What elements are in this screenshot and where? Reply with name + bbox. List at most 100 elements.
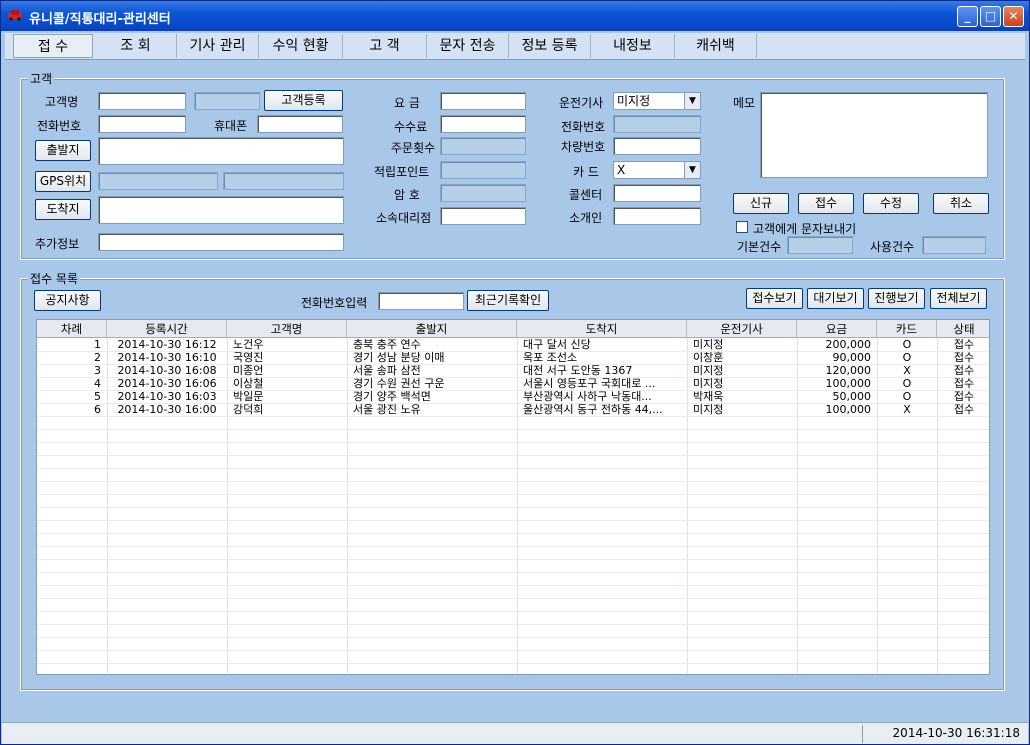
table-row[interactable]: 1 2014-10-30 16:12 노건우 충북 충주 연수 대구 달서 신당 미지정 2… bbox=[37, 338, 989, 351]
col-arrival[interactable]: 도착지 bbox=[517, 320, 687, 338]
grid-row-line bbox=[37, 481, 989, 482]
cell-status: 접수 bbox=[953, 364, 975, 377]
new-button[interactable]: 신규 bbox=[733, 193, 789, 214]
grid-row-line bbox=[37, 468, 989, 469]
tab-my-info[interactable]: 내정보 bbox=[591, 34, 675, 58]
title-bar[interactable]: 유니콜/직통대리-관리센터 _ □ ✕ bbox=[1, 1, 1029, 31]
car-number-input[interactable] bbox=[613, 137, 701, 155]
chevron-down-icon[interactable]: ▼ bbox=[684, 162, 700, 178]
mobile-input[interactable] bbox=[257, 115, 343, 133]
memo-textarea[interactable] bbox=[760, 92, 988, 178]
tab-sms[interactable]: 문자 전송 bbox=[427, 34, 509, 58]
cell-time: 2014-10-30 16:12 bbox=[117, 338, 217, 351]
customer-register-button[interactable]: 고객등록 bbox=[264, 90, 343, 111]
extra-info-input[interactable] bbox=[98, 233, 344, 251]
cell-departure: 경기 양주 백석면 bbox=[353, 390, 431, 403]
col-registered-time[interactable]: 등록시간 bbox=[107, 320, 227, 338]
arrival-button[interactable]: 도착지 bbox=[35, 199, 91, 220]
edit-button[interactable]: 수정 bbox=[863, 193, 919, 214]
view-waiting-button[interactable]: 대기보기 bbox=[807, 288, 864, 309]
grid-row-line bbox=[37, 416, 989, 417]
cell-driver: 이창훈 bbox=[693, 351, 724, 364]
table-row[interactable]: 5 2014-10-30 16:03 박일문 경기 양주 백석면 부산광역시 사하구 낙… bbox=[37, 390, 989, 403]
view-accepted-button[interactable]: 접수보기 bbox=[746, 288, 803, 309]
cell-customer: 박일문 bbox=[233, 390, 264, 403]
points-field bbox=[440, 161, 526, 179]
commission-label: 수수료 bbox=[394, 120, 428, 134]
gps-button[interactable]: GPS위치 bbox=[35, 171, 91, 192]
chevron-down-icon[interactable]: ▼ bbox=[684, 93, 700, 109]
col-driver[interactable]: 운전기사 bbox=[687, 320, 797, 338]
grid-row-line bbox=[37, 650, 989, 651]
table-row[interactable]: 3 2014-10-30 16:08 미종언 서울 송파 삼전 대전 서구 도안동 13… bbox=[37, 364, 989, 377]
customer-group-title: 고객 bbox=[28, 70, 55, 87]
fee-input[interactable] bbox=[440, 92, 526, 110]
cell-arrival: 대전 서구 도안동 1367 bbox=[523, 364, 633, 377]
cell-customer: 노건우 bbox=[233, 338, 264, 351]
cancel-button[interactable]: 취소 bbox=[933, 193, 989, 214]
password-field bbox=[440, 184, 526, 202]
col-card[interactable]: 카드 bbox=[877, 320, 937, 338]
tab-cashback[interactable]: 캐쉬백 bbox=[675, 34, 757, 58]
grid-row-line bbox=[37, 520, 989, 521]
table-row[interactable]: 2 2014-10-30 16:10 국영진 경기 성남 분당 이매 옥포 조선소 이창훈… bbox=[37, 351, 989, 364]
cell-order: 5 bbox=[94, 390, 101, 403]
accept-button[interactable]: 접수 bbox=[798, 193, 854, 214]
tab-revenue[interactable]: 수익 현황 bbox=[259, 34, 343, 58]
col-departure[interactable]: 출발지 bbox=[347, 320, 517, 338]
grid-row-line bbox=[37, 637, 989, 638]
phone-search-input[interactable] bbox=[378, 292, 464, 310]
tab-customer[interactable]: 고 객 bbox=[343, 34, 427, 58]
view-progress-button[interactable]: 진행보기 bbox=[868, 288, 925, 309]
arrival-input[interactable] bbox=[98, 196, 344, 224]
maximize-button[interactable]: □ bbox=[980, 6, 1001, 27]
grid-row-line bbox=[37, 663, 989, 664]
tab-info-register[interactable]: 정보 등록 bbox=[509, 34, 591, 58]
col-customer-name[interactable]: 고객명 bbox=[227, 320, 347, 338]
cell-time: 2014-10-30 16:08 bbox=[117, 364, 217, 377]
cell-status: 접수 bbox=[953, 403, 975, 416]
driver-label: 운전기사 bbox=[559, 96, 604, 110]
customer-name-label: 고객명 bbox=[45, 95, 79, 109]
tab-driver-management[interactable]: 기사 관리 bbox=[177, 34, 259, 58]
tab-reception[interactable]: 접 수 bbox=[13, 34, 93, 58]
table-row[interactable]: 6 2014-10-30 16:00 강덕희 서울 광진 노유 울산광역시 동구 전하동… bbox=[37, 403, 989, 416]
agency-label: 소속대리점 bbox=[376, 211, 432, 225]
cell-order: 1 bbox=[94, 338, 101, 351]
fee-label: 요 금 bbox=[394, 96, 420, 110]
driver-select[interactable]: 미지정 ▼ bbox=[613, 92, 701, 110]
cell-driver: 미지정 bbox=[693, 338, 724, 351]
customer-name-input[interactable] bbox=[98, 92, 186, 110]
card-select[interactable]: X ▼ bbox=[613, 161, 701, 179]
cell-fee: 100,000 bbox=[825, 377, 872, 390]
cell-customer: 미종언 bbox=[233, 364, 264, 377]
notice-button[interactable]: 공지사항 bbox=[34, 290, 101, 311]
grid-row-line bbox=[37, 507, 989, 508]
reception-table[interactable]: 차례 등록시간 고객명 출발지 도착지 운전기사 요금 카드 상태 1 2014-… bbox=[36, 319, 990, 675]
col-fee[interactable]: 요금 bbox=[797, 320, 877, 338]
close-button[interactable]: ✕ bbox=[1003, 6, 1024, 27]
cell-departure: 경기 성남 분당 이매 bbox=[353, 351, 445, 364]
callcenter-input[interactable] bbox=[613, 184, 701, 202]
commission-input[interactable] bbox=[440, 115, 526, 133]
grid-row-line bbox=[37, 546, 989, 547]
cell-departure: 충북 충주 연수 bbox=[353, 338, 421, 351]
callcenter-label: 콜센터 bbox=[569, 188, 603, 202]
phone-input[interactable] bbox=[98, 115, 186, 133]
table-row[interactable]: 4 2014-10-30 16:06 이상철 경기 수원 권선 구운 서울시 영등포구 … bbox=[37, 377, 989, 390]
tab-lookup[interactable]: 조 회 bbox=[95, 34, 177, 58]
status-bar: 2014-10-30 16:31:18 bbox=[2, 722, 1028, 744]
gps-latitude-field bbox=[98, 172, 218, 190]
departure-button[interactable]: 출발지 bbox=[35, 140, 91, 161]
cell-time: 2014-10-30 16:00 bbox=[117, 403, 217, 416]
recent-history-button[interactable]: 최근기록확인 bbox=[467, 290, 549, 311]
col-order[interactable]: 차례 bbox=[37, 320, 107, 338]
view-all-button[interactable]: 전체보기 bbox=[930, 288, 987, 309]
departure-input[interactable] bbox=[98, 137, 344, 165]
cell-arrival: 울산광역시 동구 전하동 44,... bbox=[523, 403, 663, 416]
minimize-button[interactable]: _ bbox=[957, 6, 978, 27]
col-status[interactable]: 상태 bbox=[937, 320, 989, 338]
sms-checkbox[interactable] bbox=[736, 221, 748, 233]
referrer-input[interactable] bbox=[613, 207, 701, 225]
agency-input[interactable] bbox=[440, 207, 526, 225]
